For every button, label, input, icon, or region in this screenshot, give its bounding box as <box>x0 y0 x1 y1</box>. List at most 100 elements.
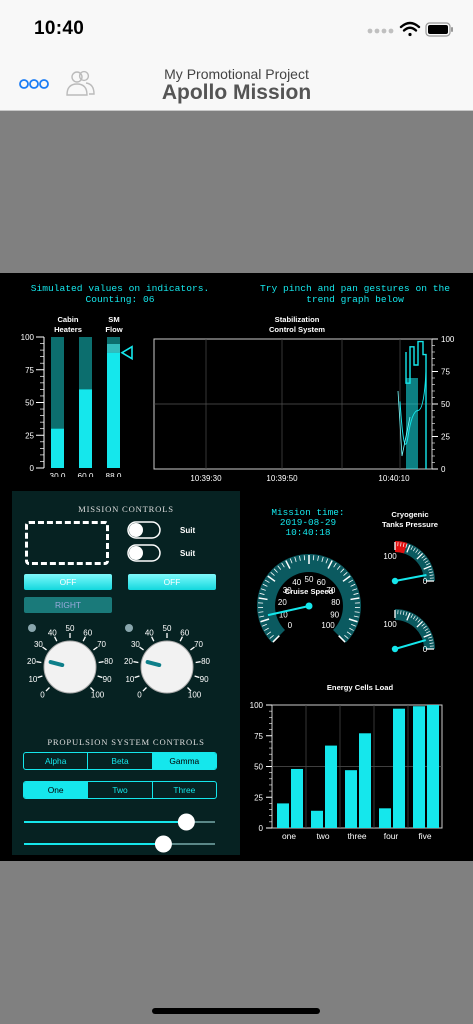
knob-tick-label: 0 <box>137 691 142 700</box>
cryogenic-gauge-1: 100 0 <box>383 541 435 586</box>
status-icons <box>367 21 453 37</box>
cruise-tick-label: 60 <box>317 578 326 587</box>
cabin-label-line1: Cabin <box>57 315 79 324</box>
knob-tick-label: 60 <box>83 628 92 637</box>
cruise-tick-label: 90 <box>330 610 339 619</box>
cryogenic-label: Cryogenic Tanks Pressure <box>365 510 455 530</box>
knob-1 <box>43 640 97 694</box>
cabin-bar-2-fill <box>79 389 92 468</box>
energy-bar <box>359 733 371 828</box>
status-time: 10:40 <box>34 18 85 39</box>
cruise-speed-gauge: 010203040 50 60708090100Cruise Speed <box>257 554 361 643</box>
energy-cells-title: Energy Cells Load <box>326 683 394 692</box>
mission-controls-panel: MISSION CONTROLS Suit Suit OFF OFF RIGHT… <box>12 491 240 855</box>
cryo1-svg-needle <box>394 574 427 582</box>
segment-one[interactable]: One <box>24 782 89 798</box>
knob-tick-label: 60 <box>180 628 189 637</box>
segment-two[interactable]: Two <box>88 782 153 798</box>
cryogenic-label-line2: Tanks Pressure <box>382 520 438 529</box>
off-button-2[interactable]: OFF <box>128 574 216 590</box>
knob-tick-label: 80 <box>201 657 210 666</box>
knob-tick-label: 90 <box>103 675 112 684</box>
energy-y-tick-label: 0 <box>259 824 264 833</box>
cryo2-svg-max-label: 100 <box>383 620 397 629</box>
navigation-bar: My Promotional Project Apollo Mission <box>0 58 473 111</box>
wifi-icon <box>399 21 421 37</box>
cryo1-svg-max-label: 100 <box>383 552 397 561</box>
energy-y-tick-label: 25 <box>254 793 263 802</box>
suit-switch-2-label: Suit <box>180 549 196 558</box>
gauge-tick-label: 100 <box>21 333 35 342</box>
battery-icon <box>425 22 453 37</box>
knob-tick-label: 90 <box>200 675 209 684</box>
stabilization-trend-chart[interactable]: 100 75 50 25 0 10:39:30 10:39:50 10:40:10 <box>148 331 466 486</box>
trend-y-tick-label: 75 <box>441 368 450 377</box>
knob-tick-label: 30 <box>34 640 43 649</box>
sm-flow-range <box>107 344 120 353</box>
knob-tick-label: 100 <box>188 691 202 700</box>
cryo2-svg-hub <box>391 645 399 653</box>
signal-icon <box>367 28 394 34</box>
simulated-info: Simulated values on indicators. Counting… <box>20 283 220 305</box>
cryogenic-gauge-2: 100 0 <box>383 609 435 654</box>
energy-bar <box>393 708 405 828</box>
pinch-text: Try pinch and pan gestures on the <box>260 283 450 294</box>
energy-x-label: three <box>347 831 366 841</box>
energy-cells-bar-chart: 100 75 50 25 0 one two three four five <box>250 701 443 841</box>
cabin-bar-1-value: 30.0 <box>50 472 66 477</box>
dashboard[interactable]: Simulated values on indicators. Counting… <box>0 273 473 861</box>
knob-tick-label: 70 <box>97 640 106 649</box>
suit-switch-1[interactable] <box>127 521 161 539</box>
home-indicator[interactable] <box>152 1008 320 1014</box>
knob-tick <box>133 661 139 664</box>
energy-x-label: five <box>418 831 431 841</box>
knob-tick <box>42 646 47 651</box>
energy-x-label: one <box>282 831 296 841</box>
slider-1-thumb[interactable] <box>177 813 195 831</box>
cruise-tick-label: 80 <box>331 598 340 607</box>
knob-tick-label: 0 <box>40 691 45 700</box>
cruise-band <box>257 554 361 643</box>
knob-tick <box>37 675 43 679</box>
gauge-tick-label: 25 <box>25 431 34 440</box>
cruise-tick-label: 100 <box>321 621 335 630</box>
trend-y-tick-label: 100 <box>441 335 455 344</box>
nav-title: Apollo Mission <box>161 81 312 104</box>
suit-switch-1-label: Suit <box>180 526 196 535</box>
cruise-speed-label: Cruise Speed <box>285 587 334 596</box>
segment-beta[interactable]: Beta <box>88 753 153 769</box>
segment-three[interactable]: Three <box>153 782 216 798</box>
energy-bar <box>325 745 337 828</box>
knob-2 <box>140 640 194 694</box>
energy-x-label: two <box>316 831 329 841</box>
gauge-tick-label: 75 <box>25 366 34 375</box>
sm-flow-marker <box>120 345 133 361</box>
knob-tick <box>97 675 103 679</box>
energy-y-tick-label: 100 <box>250 701 264 710</box>
mission-controls-title: MISSION CONTROLS <box>78 504 174 514</box>
knobs: 010203040 50 60708090100 010203040 50 6070809… <box>27 624 211 700</box>
right-button[interactable]: RIGHT <box>24 597 112 613</box>
knob-tick <box>134 675 140 679</box>
trend-x-tick-label: 10:40:10 <box>378 474 410 483</box>
energy-x-label: four <box>384 831 399 841</box>
energy-bar <box>311 810 323 828</box>
segment-one-two-three: One Two Three <box>23 781 217 799</box>
trend-y-tick-label: 25 <box>441 433 450 442</box>
suit-switch-2[interactable] <box>127 544 161 562</box>
energy-bar <box>291 768 303 828</box>
energy-bar <box>413 706 425 828</box>
slider-2-thumb[interactable] <box>154 835 172 853</box>
knob-tick-label: 50 <box>163 624 172 633</box>
sliders <box>24 813 215 853</box>
cryo2-svg-needle <box>394 639 427 650</box>
knob-tick-label: 10 <box>28 675 37 684</box>
gauge-tick-label: 0 <box>30 464 35 473</box>
off-button-1[interactable]: OFF <box>24 574 112 590</box>
knob-tick <box>142 687 147 692</box>
segment-gamma[interactable]: Gamma <box>152 753 216 769</box>
cruise-tick-label: 0 <box>288 621 293 630</box>
knob-tick-label: 70 <box>194 640 203 649</box>
segment-alpha[interactable]: Alpha <box>24 753 89 769</box>
knob-tick <box>53 636 58 642</box>
